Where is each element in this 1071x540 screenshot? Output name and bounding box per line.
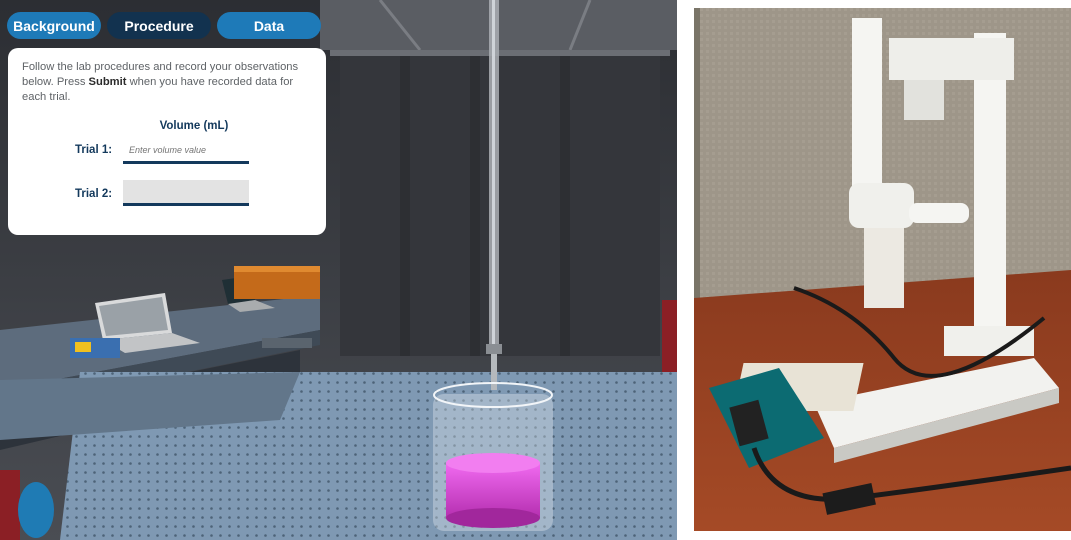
beaker-icon bbox=[433, 382, 553, 531]
trial1-label: Trial 1: bbox=[75, 144, 113, 156]
instructions-text: Follow the lab procedures and record you… bbox=[22, 61, 299, 103]
titration-rig-photo bbox=[694, 8, 1071, 531]
volume-column-header: Volume (mL) bbox=[159, 120, 229, 132]
tab-bar: Background Procedure Data bbox=[7, 12, 321, 39]
rig-photo-illustration bbox=[694, 8, 1071, 531]
tab-procedure[interactable]: Procedure bbox=[107, 12, 211, 39]
trial1-volume-input[interactable] bbox=[123, 138, 249, 164]
trial2-label: Trial 2: bbox=[75, 188, 113, 200]
procedure-panel: Follow the lab procedures and record you… bbox=[8, 48, 326, 235]
tab-data[interactable]: Data bbox=[217, 12, 321, 39]
tab-background[interactable]: Background bbox=[7, 12, 101, 39]
virtual-lab-view: Background Procedure Data Follow the lab… bbox=[0, 0, 677, 540]
trial2-volume-input[interactable] bbox=[123, 180, 249, 206]
